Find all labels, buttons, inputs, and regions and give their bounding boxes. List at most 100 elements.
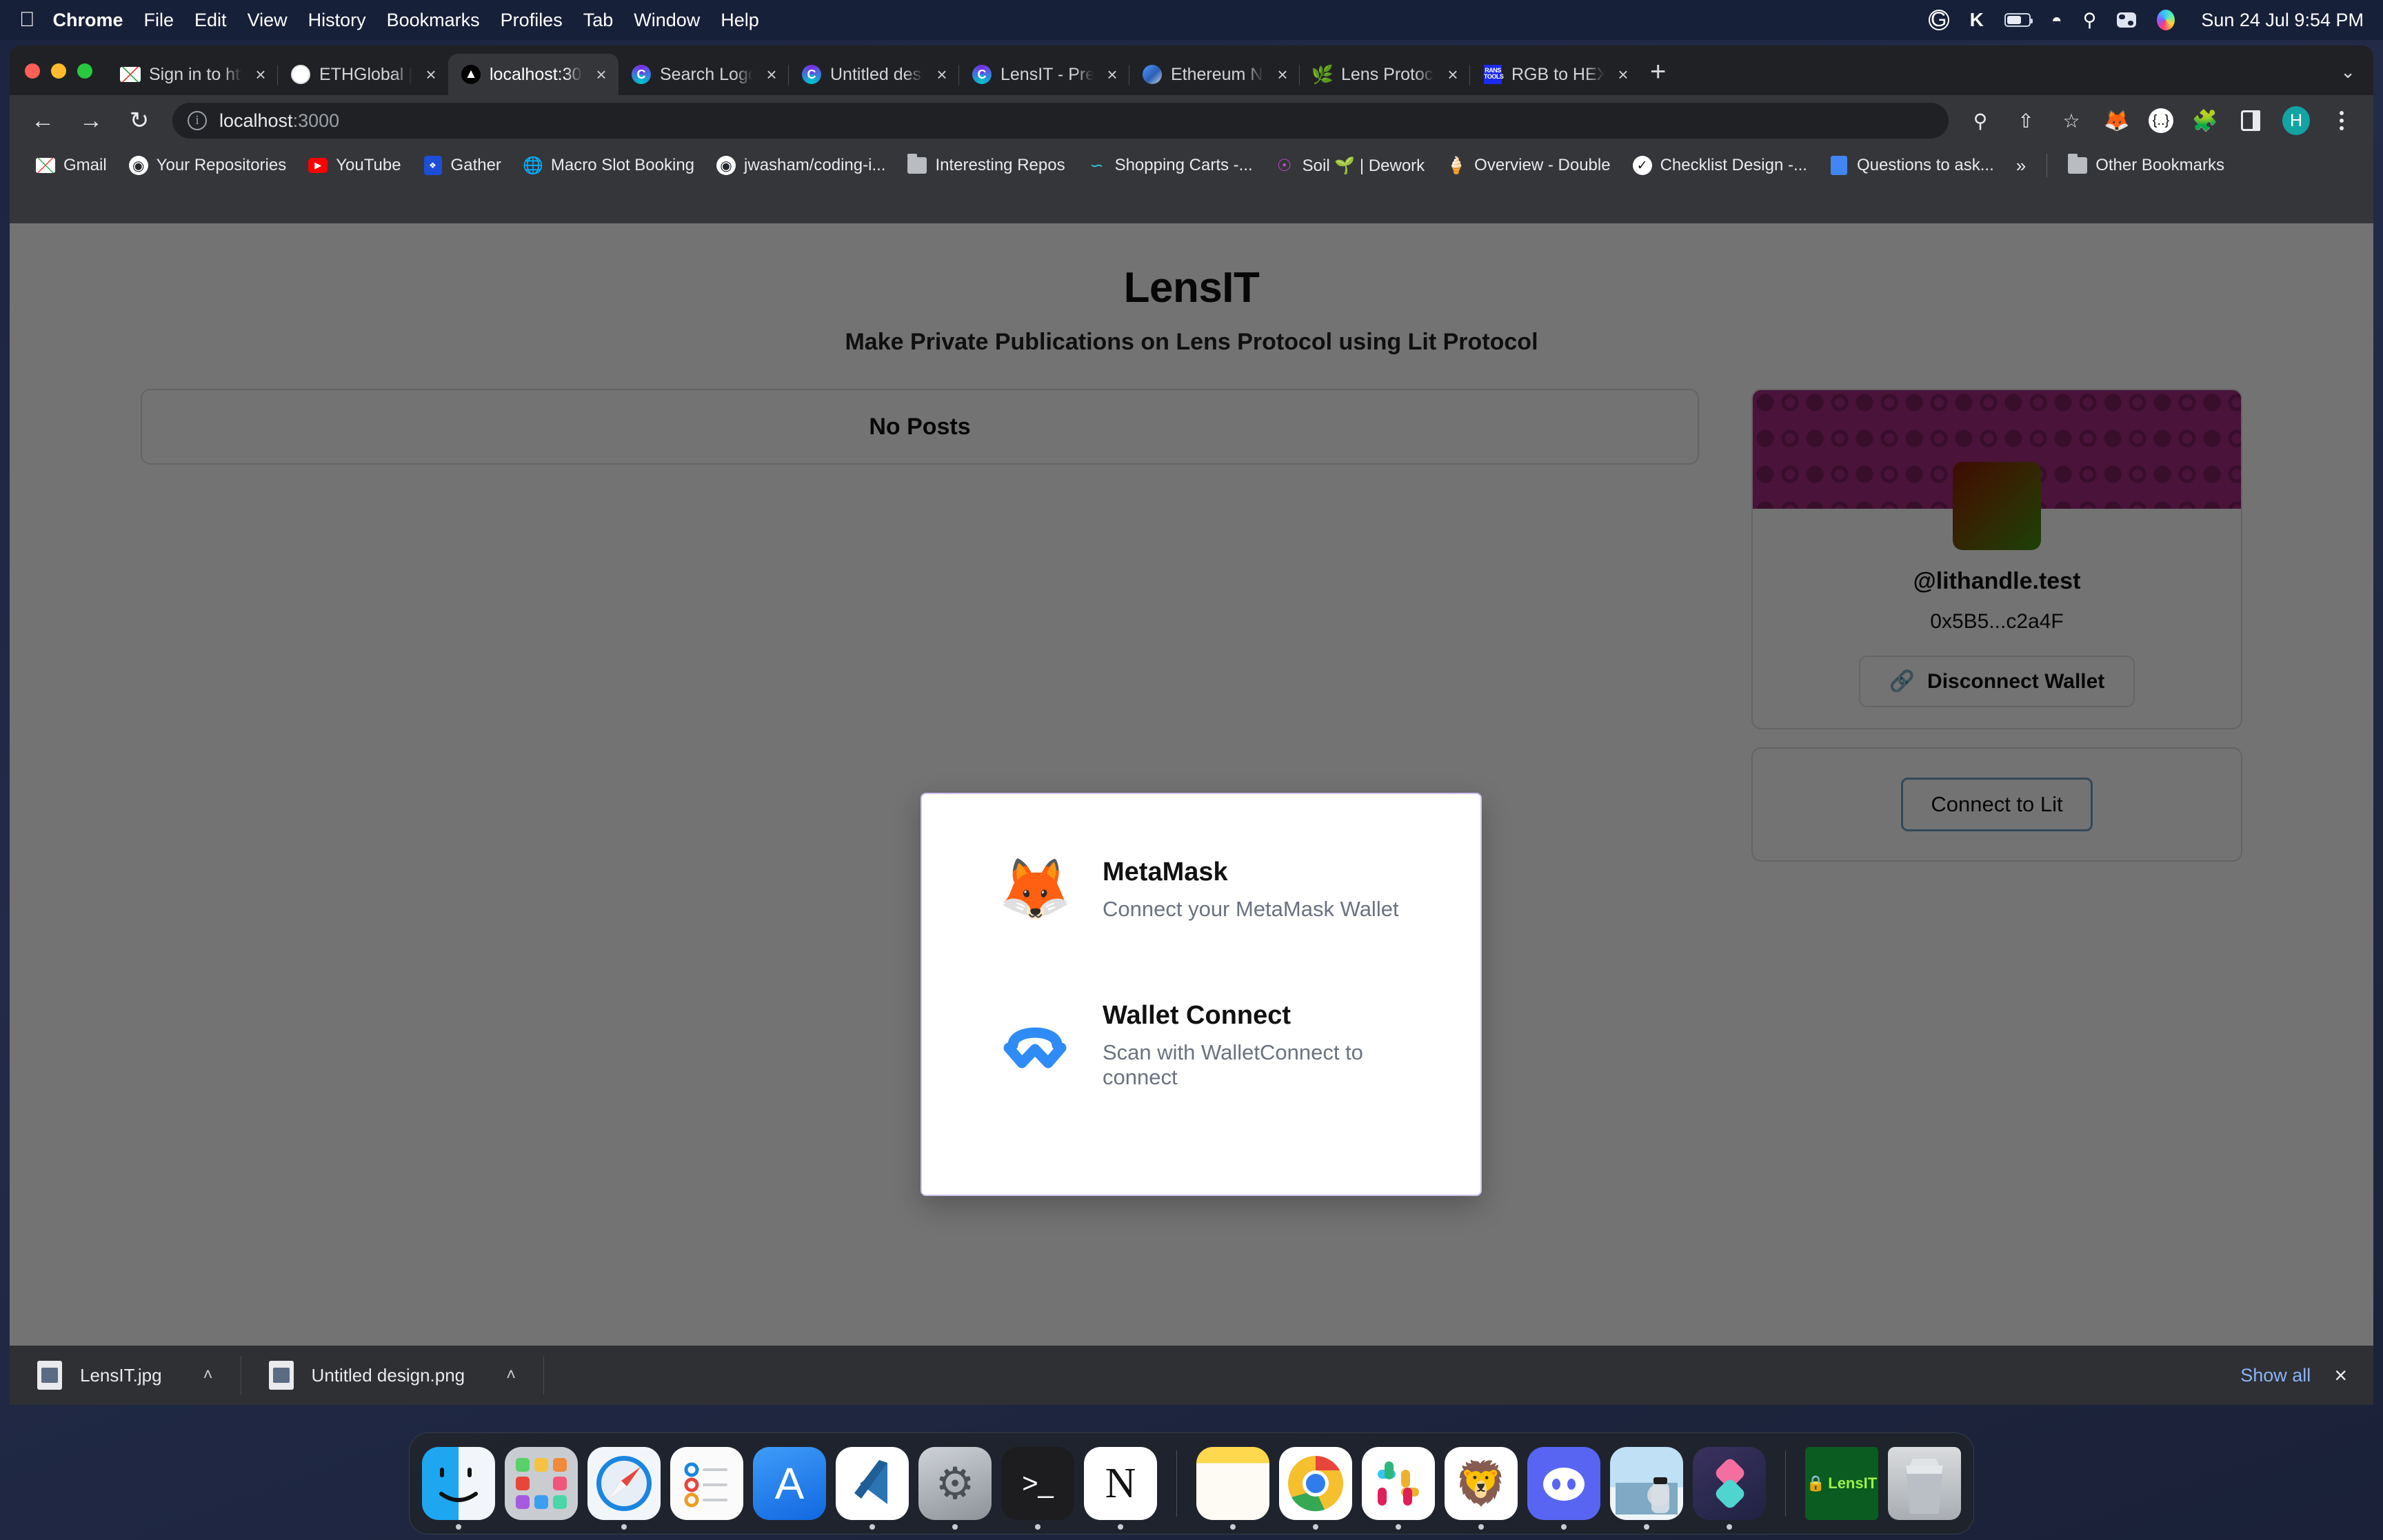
- tab-title: Lens Protocol: [1341, 64, 1434, 84]
- tab-search-chevron-icon[interactable]: ⌄: [2340, 61, 2355, 83]
- dock-item-finder[interactable]: [422, 1447, 495, 1530]
- dock-item-chrome[interactable]: [1279, 1447, 1352, 1530]
- extensions-puzzle-icon[interactable]: 🧩: [2191, 107, 2219, 134]
- dock-item-reminders[interactable]: [670, 1447, 743, 1520]
- tab-localhost-3000[interactable]: ▲ localhost:3000 ×: [448, 54, 619, 95]
- bookmark-youtube[interactable]: ▶ YouTube: [297, 156, 412, 175]
- bookmark-gather[interactable]: ❖ Gather: [412, 156, 512, 175]
- chevron-up-icon[interactable]: ˄: [506, 1366, 516, 1385]
- menu-item-profiles[interactable]: Profiles: [501, 10, 563, 31]
- siri-icon[interactable]: [2157, 10, 2175, 30]
- close-window-button[interactable]: [25, 63, 40, 79]
- show-all-downloads-button[interactable]: Show all: [2240, 1365, 2311, 1386]
- new-tab-button[interactable]: +: [1640, 58, 1666, 95]
- tab-close-icon[interactable]: ×: [761, 64, 782, 85]
- bookmark-your-repositories[interactable]: ◉ Your Repositories: [118, 156, 298, 175]
- tab-close-icon[interactable]: ×: [932, 64, 952, 85]
- control-center-icon[interactable]: [2117, 12, 2137, 28]
- side-panel-icon[interactable]: [2237, 107, 2264, 134]
- dock-item-brave[interactable]: 🦁: [1445, 1447, 1518, 1530]
- apple-icon[interactable]: : [19, 10, 35, 30]
- dock-item-safari[interactable]: [587, 1447, 661, 1530]
- tab-lens-protocol[interactable]: 🌿 Lens Protocol ×: [1299, 54, 1470, 95]
- bookmark-soil-dework[interactable]: ☉ Soil 🌱 | Dework: [1264, 156, 1436, 176]
- menu-item-file[interactable]: File: [144, 10, 174, 31]
- metamask-extension-icon[interactable]: 🦊: [2103, 107, 2131, 134]
- wifi-icon[interactable]: ◓: [2051, 10, 2062, 31]
- bookmark-questions-to-ask[interactable]: Questions to ask...: [1818, 156, 2005, 175]
- maximize-window-button[interactable]: [77, 63, 92, 79]
- tab-close-icon[interactable]: ×: [1442, 64, 1463, 85]
- tab-ethereum-name-service[interactable]: Ethereum Name Se ×: [1129, 54, 1300, 95]
- chevron-up-icon[interactable]: ˄: [203, 1366, 213, 1385]
- reload-button[interactable]: ↻: [124, 109, 154, 132]
- profile-avatar[interactable]: H: [2282, 106, 2310, 135]
- menu-item-view[interactable]: View: [248, 10, 288, 31]
- menu-item-chrome[interactable]: Chrome: [53, 10, 123, 31]
- tab-close-icon[interactable]: ×: [1613, 64, 1633, 85]
- search-icon[interactable]: ⚲: [2083, 10, 2097, 31]
- dock-item-app-store[interactable]: A: [753, 1447, 826, 1520]
- download-item-lensit-jpg[interactable]: LensIT.jpg ˄: [10, 1346, 241, 1405]
- menu-item-window[interactable]: Window: [634, 10, 700, 31]
- info-icon[interactable]: i: [188, 111, 207, 130]
- bookmark-jwasham-coding[interactable]: ◉ jwasham/coding-i...: [705, 156, 896, 175]
- menu-bar-clock[interactable]: Sun 24 Jul 9:54 PM: [2201, 10, 2364, 31]
- bookmark-other-bookmarks[interactable]: Other Bookmarks: [2057, 154, 2235, 175]
- chrome-menu-icon[interactable]: [2328, 107, 2355, 134]
- dock-item-terminal[interactable]: >_: [1001, 1447, 1074, 1530]
- bookmarks-bar: Gmail ◉ Your Repositories ▶ YouTube ❖ Gathe…: [10, 146, 2373, 185]
- bookmark-checklist-design[interactable]: ✓ Checklist Design -...: [1622, 156, 1818, 175]
- share-icon[interactable]: ⇧: [2012, 107, 2040, 134]
- url-port: :3000: [292, 110, 340, 131]
- back-button[interactable]: ←: [28, 109, 58, 132]
- tab-gmail-signin[interactable]: Sign in to https://e ×: [108, 54, 278, 95]
- minimize-window-button[interactable]: [51, 63, 66, 79]
- menu-item-tab[interactable]: Tab: [583, 10, 614, 31]
- menu-item-edit[interactable]: Edit: [194, 10, 227, 31]
- tab-close-icon[interactable]: ×: [421, 64, 441, 85]
- dock-item-shortcuts[interactable]: [1693, 1447, 1766, 1530]
- extension-icon[interactable]: {..}: [2149, 108, 2173, 133]
- bookmark-interesting-repos[interactable]: Interesting Repos: [896, 154, 1076, 175]
- close-downloads-bar-icon[interactable]: ×: [2334, 1363, 2347, 1388]
- zoom-out-icon[interactable]: ⚲: [1967, 107, 1994, 134]
- dock-item-notion[interactable]: N: [1084, 1447, 1157, 1530]
- dock-item-launchpad[interactable]: [505, 1447, 578, 1520]
- tab-search-logo-canva[interactable]: C Search Logo - Can ×: [619, 54, 789, 95]
- bookmarks-overflow-button[interactable]: »: [2005, 155, 2037, 176]
- dock-item-discord[interactable]: [1527, 1447, 1600, 1530]
- bookmark-macro-slot-booking[interactable]: 🌐 Macro Slot Booking: [512, 156, 705, 175]
- wallet-option-walletconnect[interactable]: Wallet Connect Scan with WalletConnect t…: [922, 1001, 1480, 1090]
- tab-rgb-to-hex[interactable]: RANS TOOLS RGB to HEX ×: [1469, 54, 1640, 95]
- grammarly-icon[interactable]: G: [1928, 8, 1949, 31]
- wallet-option-metamask[interactable]: 🦊 MetaMask Connect your MetaMask Wallet: [922, 852, 1480, 926]
- download-item-untitled-design-png[interactable]: Untitled design.png ˄: [241, 1346, 544, 1405]
- kap-icon[interactable]: K: [1970, 9, 1984, 31]
- dock-item-lensit-folder[interactable]: 🔒 LensIT: [1805, 1447, 1878, 1520]
- tab-untitled-design[interactable]: C Untitled design - L ×: [788, 54, 959, 95]
- dock-item-notes[interactable]: [1196, 1447, 1269, 1530]
- bookmark-gmail[interactable]: Gmail: [25, 156, 118, 175]
- forward-button[interactable]: →: [76, 109, 106, 132]
- bookmark-overview-double[interactable]: 🍦 Overview - Double: [1436, 156, 1621, 175]
- menu-item-help[interactable]: Help: [721, 10, 759, 31]
- tab-close-icon[interactable]: ×: [1272, 64, 1293, 85]
- dock-item-vscode[interactable]: [836, 1447, 909, 1530]
- dock-item-slack[interactable]: [1362, 1447, 1435, 1530]
- bookmark-star-icon[interactable]: ☆: [2058, 107, 2085, 134]
- tab-close-icon[interactable]: ×: [591, 64, 612, 85]
- tab-close-icon[interactable]: ×: [250, 64, 271, 85]
- dock-item-trash[interactable]: [1888, 1447, 1961, 1520]
- tab-ethglobal[interactable]: ETHGlobal | HackF ×: [277, 54, 448, 95]
- dock-item-system-settings[interactable]: ⚙: [918, 1447, 992, 1530]
- battery-icon[interactable]: [2004, 13, 2033, 27]
- menu-item-history[interactable]: History: [308, 10, 366, 31]
- dock-item-preview[interactable]: [1610, 1447, 1683, 1530]
- tab-close-icon[interactable]: ×: [1102, 64, 1123, 85]
- tab-lensit-presentation[interactable]: C LensIT - Presentat ×: [958, 54, 1129, 95]
- globe-icon: 🌐: [522, 156, 543, 175]
- address-bar[interactable]: i localhost:3000: [172, 103, 1949, 139]
- menu-item-bookmarks[interactable]: Bookmarks: [387, 10, 480, 31]
- bookmark-shopping-carts[interactable]: ∽ Shopping Carts -...: [1076, 156, 1264, 175]
